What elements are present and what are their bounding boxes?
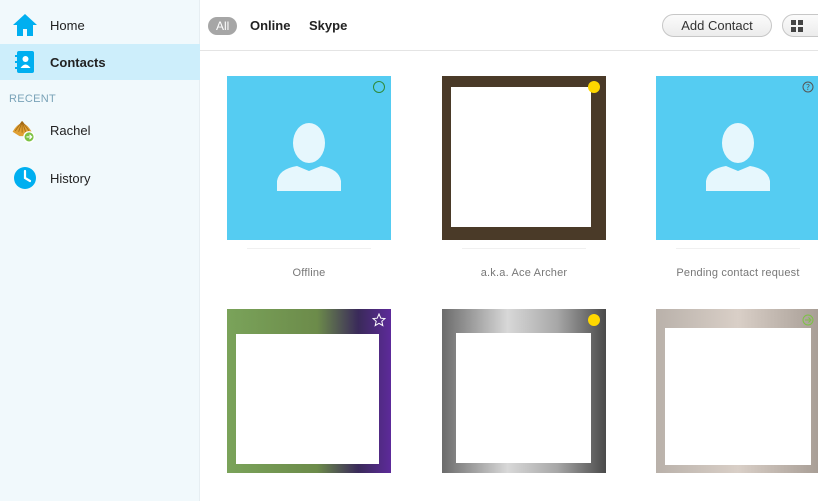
contact-photo (665, 328, 811, 465)
sidebar-item-rachel[interactable]: Rachel (0, 112, 200, 148)
grid-view-button[interactable] (782, 14, 818, 37)
filter-all[interactable]: All (208, 17, 238, 35)
contact-photo (236, 334, 379, 464)
status-offline-icon (373, 81, 385, 93)
contact-caption: a.k.a. Ace Archer (480, 267, 568, 279)
add-contact-button[interactable]: Add Contact (662, 14, 772, 37)
contact-tile[interactable]: ? (656, 76, 818, 240)
status-online-icon (802, 314, 814, 326)
contact-photo (451, 87, 591, 227)
status-away-icon (588, 81, 600, 93)
sidebar: Home Contacts RECENT Rachel History (0, 0, 200, 501)
recent-heading: RECENT (9, 93, 57, 105)
default-avatar-icon (277, 123, 341, 191)
default-avatar-icon (706, 123, 770, 191)
contact-caption: Offline (292, 267, 326, 279)
filter-online[interactable]: Online (250, 17, 290, 35)
svg-text:?: ? (806, 83, 810, 92)
contacts-book-icon (15, 51, 34, 73)
divider (247, 248, 371, 249)
sidebar-item-label: Rachel (50, 122, 91, 138)
contact-tile[interactable] (227, 76, 391, 240)
filter-skype[interactable]: Skype (309, 17, 347, 35)
grid-icon (791, 20, 803, 32)
sidebar-item-label: History (50, 170, 91, 186)
divider (462, 248, 586, 249)
contact-tile[interactable] (442, 309, 606, 473)
divider (676, 248, 800, 249)
contact-caption: Pending contact request (676, 267, 800, 279)
contact-tile[interactable] (442, 76, 606, 240)
contacts-toolbar: All Online Skype Add Contact (200, 0, 818, 51)
sidebar-item-label: Home (50, 17, 85, 33)
contact-tile[interactable] (656, 309, 818, 473)
contact-photo (456, 333, 591, 463)
contact-tile[interactable] (227, 309, 391, 473)
home-icon (13, 14, 37, 36)
sidebar-item-history[interactable]: History (0, 160, 200, 196)
clock-icon (14, 167, 36, 189)
status-away-icon (588, 314, 600, 326)
sidebar-item-contacts[interactable]: Contacts (0, 44, 200, 80)
shell-avatar-icon (12, 121, 35, 143)
sidebar-item-label: Contacts (50, 54, 106, 70)
status-pending-icon: ? (802, 81, 814, 93)
sidebar-item-home[interactable]: Home (0, 7, 200, 43)
favorite-star-icon (372, 313, 386, 327)
